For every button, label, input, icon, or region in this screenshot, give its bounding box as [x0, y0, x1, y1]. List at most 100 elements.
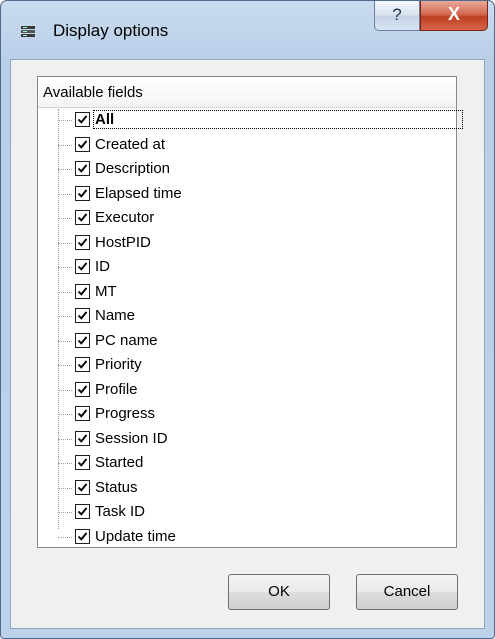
checkmark-icon [77, 409, 88, 418]
checkbox[interactable] [75, 357, 90, 372]
checkbox[interactable] [75, 381, 90, 397]
field-item[interactable]: Profile [38, 379, 456, 401]
tree-connector [58, 365, 72, 366]
field-label: Elapsed time [95, 184, 182, 202]
checkbox[interactable] [75, 185, 90, 201]
field-label: Name [95, 307, 136, 324]
focus-rectangle [93, 110, 463, 129]
help-button[interactable]: ? [374, 1, 420, 31]
field-item[interactable]: PC name [38, 330, 456, 352]
field-item[interactable]: Status [38, 477, 456, 499]
tree-connector [58, 487, 72, 489]
tree-connector [58, 267, 72, 268]
window-title: Display options [53, 21, 169, 40]
available-fields-list[interactable]: Available fields All Created at Descriptio… [37, 76, 463, 548]
field-label: ID [95, 258, 110, 275]
close-button[interactable]: X [420, 1, 488, 31]
checkmark-icon [77, 482, 88, 492]
field-item[interactable]: Description [38, 158, 456, 180]
field-item[interactable]: Started [38, 452, 456, 474]
checkmark-icon [77, 188, 88, 198]
checkmark-icon [77, 531, 88, 541]
field-label: Description [95, 160, 171, 177]
field-item[interactable]: Elapsed time [38, 183, 456, 205]
field-label: PC name [95, 331, 158, 349]
checkbox[interactable] [75, 455, 90, 470]
field-label: Started [95, 454, 144, 471]
checkbox[interactable] [75, 406, 90, 421]
tree-connector [58, 120, 72, 121]
field-item[interactable]: MT [38, 281, 456, 303]
ok-button[interactable]: OK [228, 574, 330, 610]
checkmark-icon [77, 507, 88, 516]
field-item[interactable]: Task ID [38, 501, 456, 523]
field-label: Update time [95, 527, 176, 545]
checkmark-icon [77, 384, 88, 394]
tree-connector [58, 463, 72, 464]
dialog-client-area: Available fields All Created at Descriptio… [10, 59, 485, 629]
checkmark-icon [77, 164, 88, 173]
tree-connector [58, 340, 72, 342]
checkbox[interactable] [75, 283, 90, 299]
tree-connector [58, 291, 72, 293]
list-header-label: Available fields [43, 84, 143, 101]
field-label: Profile [95, 380, 138, 398]
checkmark-icon [77, 311, 88, 320]
checkbox[interactable] [75, 210, 90, 225]
field-tree: All Created at Description Elapsed time Exec… [38, 109, 463, 548]
checkbox[interactable] [75, 332, 90, 348]
checkmark-icon [77, 360, 88, 369]
list-header[interactable]: Available fields [38, 77, 456, 108]
field-item[interactable]: All [38, 109, 463, 131]
checkbox[interactable] [75, 479, 90, 495]
field-label: Created at [95, 135, 166, 153]
field-item[interactable]: Update time [38, 526, 456, 548]
field-item[interactable]: Name [38, 305, 456, 327]
checkmark-icon [77, 139, 88, 149]
checkbox[interactable] [75, 161, 90, 176]
checkmark-icon [77, 458, 88, 467]
field-label: Session ID [95, 429, 168, 447]
field-label: Progress [95, 405, 156, 422]
field-label: Status [95, 478, 138, 496]
cancel-button[interactable]: Cancel [356, 574, 458, 610]
field-item[interactable]: Executor [38, 207, 456, 229]
tree-connector [58, 414, 72, 415]
field-item[interactable]: HostPID [38, 232, 456, 254]
tree-connector [58, 193, 72, 195]
checkbox[interactable] [75, 259, 90, 274]
checkmark-icon [77, 335, 88, 345]
tree-connector [58, 218, 72, 219]
tree-connector [58, 144, 72, 146]
tree-connector [58, 512, 72, 513]
checkmark-icon [77, 213, 88, 222]
checkbox[interactable] [75, 308, 90, 323]
checkmark-icon [77, 286, 88, 296]
field-item[interactable]: Progress [38, 403, 456, 425]
field-item[interactable]: Session ID [38, 428, 456, 450]
checkbox[interactable] [75, 430, 90, 446]
field-label: HostPID [95, 233, 151, 251]
checkmark-icon [77, 262, 88, 271]
field-label: MT [95, 282, 117, 300]
field-label: Task ID [95, 503, 146, 520]
checkbox[interactable] [75, 504, 90, 519]
field-item[interactable]: Priority [38, 354, 456, 376]
field-label: Executor [95, 209, 155, 226]
checkbox[interactable] [75, 112, 90, 127]
checkmark-icon [77, 237, 88, 247]
tree-connector [58, 242, 72, 244]
checkmark-icon [77, 433, 88, 443]
tree-connector [58, 316, 72, 317]
tree-connector [58, 536, 72, 538]
checkbox[interactable] [75, 528, 90, 544]
title-bar[interactable]: Display options ? X [1, 1, 494, 59]
checkbox[interactable] [75, 234, 90, 250]
field-item[interactable]: Created at [38, 134, 456, 156]
tree-connector [58, 438, 72, 440]
checkmark-icon [77, 115, 88, 124]
display-options-dialog: Display options ? X Available fields All… [0, 0, 495, 639]
checkbox[interactable] [75, 136, 90, 152]
app-icon [20, 25, 36, 39]
field-item[interactable]: ID [38, 256, 456, 278]
